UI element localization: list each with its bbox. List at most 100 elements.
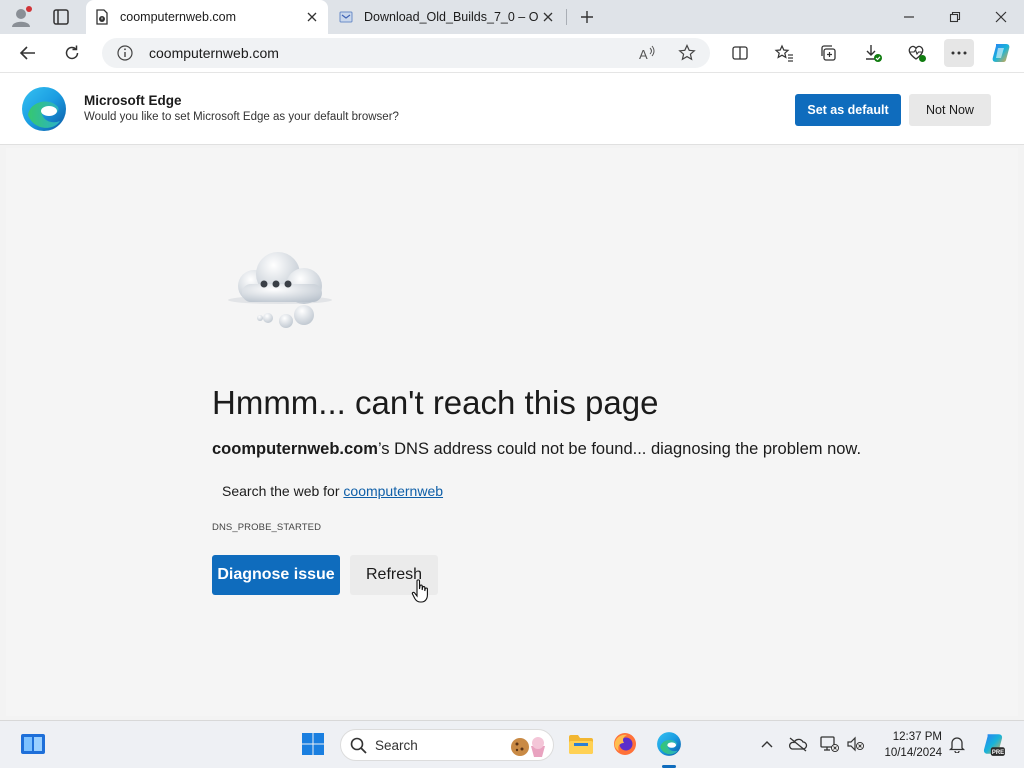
firefox-icon <box>614 733 636 755</box>
edge-icon <box>657 732 681 756</box>
close-icon <box>307 12 317 22</box>
copilot-taskbar-button[interactable]: PRE <box>980 731 1006 757</box>
plus-icon <box>581 11 593 23</box>
back-arrow-icon <box>19 46 35 60</box>
clock-date: 10/14/2024 <box>884 747 942 759</box>
svg-text:PRE: PRE <box>992 750 1004 756</box>
copilot-icon <box>992 44 1010 62</box>
show-hidden-icons-button[interactable] <box>756 733 778 755</box>
diagnose-issue-button[interactable]: Diagnose issue <box>212 555 340 595</box>
edge-logo-icon <box>22 87 66 131</box>
tab-active[interactable]: coomputernweb.com <box>86 0 328 34</box>
close-icon <box>995 11 1007 23</box>
tab-bar: coomputernweb.com Download_Old_Builds_7_… <box>0 0 1024 34</box>
page-error-icon <box>96 9 108 25</box>
more-dots-icon <box>951 51 967 55</box>
tab-actions-icon <box>53 9 69 25</box>
svg-text:A: A <box>639 47 648 61</box>
info-icon[interactable] <box>116 44 134 62</box>
favorite-star-button[interactable] <box>676 42 698 64</box>
windows-logo-icon <box>302 733 324 755</box>
error-message: coomputernweb.com’s DNS address could no… <box>212 440 861 459</box>
new-tab-button[interactable] <box>574 5 600 29</box>
download-icon <box>866 45 882 62</box>
search-suggestion: Search the web for coomputernweb <box>222 483 443 499</box>
address-url[interactable]: coomputernweb.com <box>149 45 279 61</box>
notifications-button[interactable] <box>946 733 968 755</box>
widgets-button[interactable] <box>18 729 48 759</box>
search-highlight-icon <box>511 737 545 757</box>
onedrive-offline-icon <box>788 737 808 752</box>
not-now-button[interactable]: Not Now <box>909 94 991 126</box>
tab-title: Download_Old_Builds_7_0 – Orac <box>364 10 538 24</box>
error-message-text: ’s DNS address could not be found... dia… <box>377 440 862 458</box>
start-button[interactable] <box>298 729 328 759</box>
back-button[interactable] <box>14 39 42 67</box>
volume-muted-icon <box>847 736 864 752</box>
hand-cursor-icon <box>411 579 428 603</box>
virtualbox-icon <box>339 11 353 23</box>
downloads-button[interactable] <box>858 39 888 67</box>
close-tab-button[interactable] <box>302 7 322 27</box>
widgets-icon <box>21 734 45 754</box>
search-placeholder: Search <box>375 738 418 753</box>
set-as-default-button[interactable]: Set as default <box>795 94 901 126</box>
read-aloud-icon: A <box>639 45 655 61</box>
search-icon <box>350 737 367 754</box>
thinking-cloud-icon <box>228 252 332 328</box>
close-window-button[interactable] <box>978 0 1024 34</box>
profile-button[interactable] <box>8 5 34 29</box>
restore-icon <box>949 11 961 23</box>
search-prefix: Search the web for <box>222 483 340 499</box>
tab-actions-button[interactable] <box>48 5 74 29</box>
taskbar: Search 12:37 PM 10/14/2024 PRE <box>0 720 1024 768</box>
default-browser-banner: Microsoft Edge Would you like to set Mic… <box>0 72 1024 145</box>
network-button[interactable] <box>818 733 840 755</box>
copilot-button[interactable] <box>986 39 1016 67</box>
refresh-button[interactable] <box>58 39 86 67</box>
clock-time: 12:37 PM <box>892 731 942 743</box>
star-icon <box>678 44 696 61</box>
bell-icon <box>948 737 966 753</box>
error-title: Hmmm... can't reach this page <box>212 384 659 421</box>
favorites-button[interactable] <box>769 39 799 67</box>
favorites-icon <box>774 44 793 62</box>
error-code: DNS_PROBE_STARTED <box>212 522 322 533</box>
folder-icon <box>569 735 593 754</box>
heart-pulse-icon <box>908 45 926 62</box>
close-tab-button[interactable] <box>538 7 558 27</box>
browser-essentials-button[interactable] <box>902 39 932 67</box>
clock[interactable]: 12:37 PM 10/14/2024 <box>872 729 942 761</box>
error-domain: coomputernweb.com <box>212 440 378 458</box>
banner-title: Microsoft Edge <box>84 93 182 108</box>
navigation-bar: coomputernweb.com A <box>0 34 1024 72</box>
firefox-button[interactable] <box>610 729 640 759</box>
chevron-up-icon <box>761 741 773 748</box>
file-explorer-button[interactable] <box>566 729 596 759</box>
address-bar[interactable]: coomputernweb.com A <box>102 38 710 68</box>
settings-more-button[interactable] <box>944 39 974 67</box>
taskbar-search[interactable]: Search <box>340 729 554 761</box>
tab-inactive[interactable]: Download_Old_Builds_7_0 – Orac <box>330 0 564 34</box>
tab-title: coomputernweb.com <box>120 10 237 24</box>
split-screen-icon <box>732 46 748 60</box>
close-icon <box>543 12 553 22</box>
page-content: Hmmm... can't reach this page coomputern… <box>6 148 1018 716</box>
restore-button[interactable] <box>932 0 978 34</box>
tab-divider <box>566 9 567 25</box>
onedrive-button[interactable] <box>787 733 809 755</box>
collections-button[interactable] <box>813 39 843 67</box>
split-screen-button[interactable] <box>725 39 755 67</box>
search-web-link[interactable]: coomputernweb <box>343 483 443 499</box>
refresh-icon <box>65 45 79 60</box>
read-aloud-button[interactable]: A <box>636 42 658 64</box>
banner-message: Would you like to set Microsoft Edge as … <box>84 111 399 123</box>
network-disconnected-icon <box>820 736 839 752</box>
copilot-pre-icon: PRE <box>983 734 1005 756</box>
edge-taskbar-button[interactable] <box>654 729 684 759</box>
minimize-button[interactable] <box>886 0 932 34</box>
profile-icon <box>12 6 32 27</box>
collections-icon <box>821 45 836 61</box>
minimize-icon <box>904 16 914 18</box>
volume-button[interactable] <box>845 733 867 755</box>
